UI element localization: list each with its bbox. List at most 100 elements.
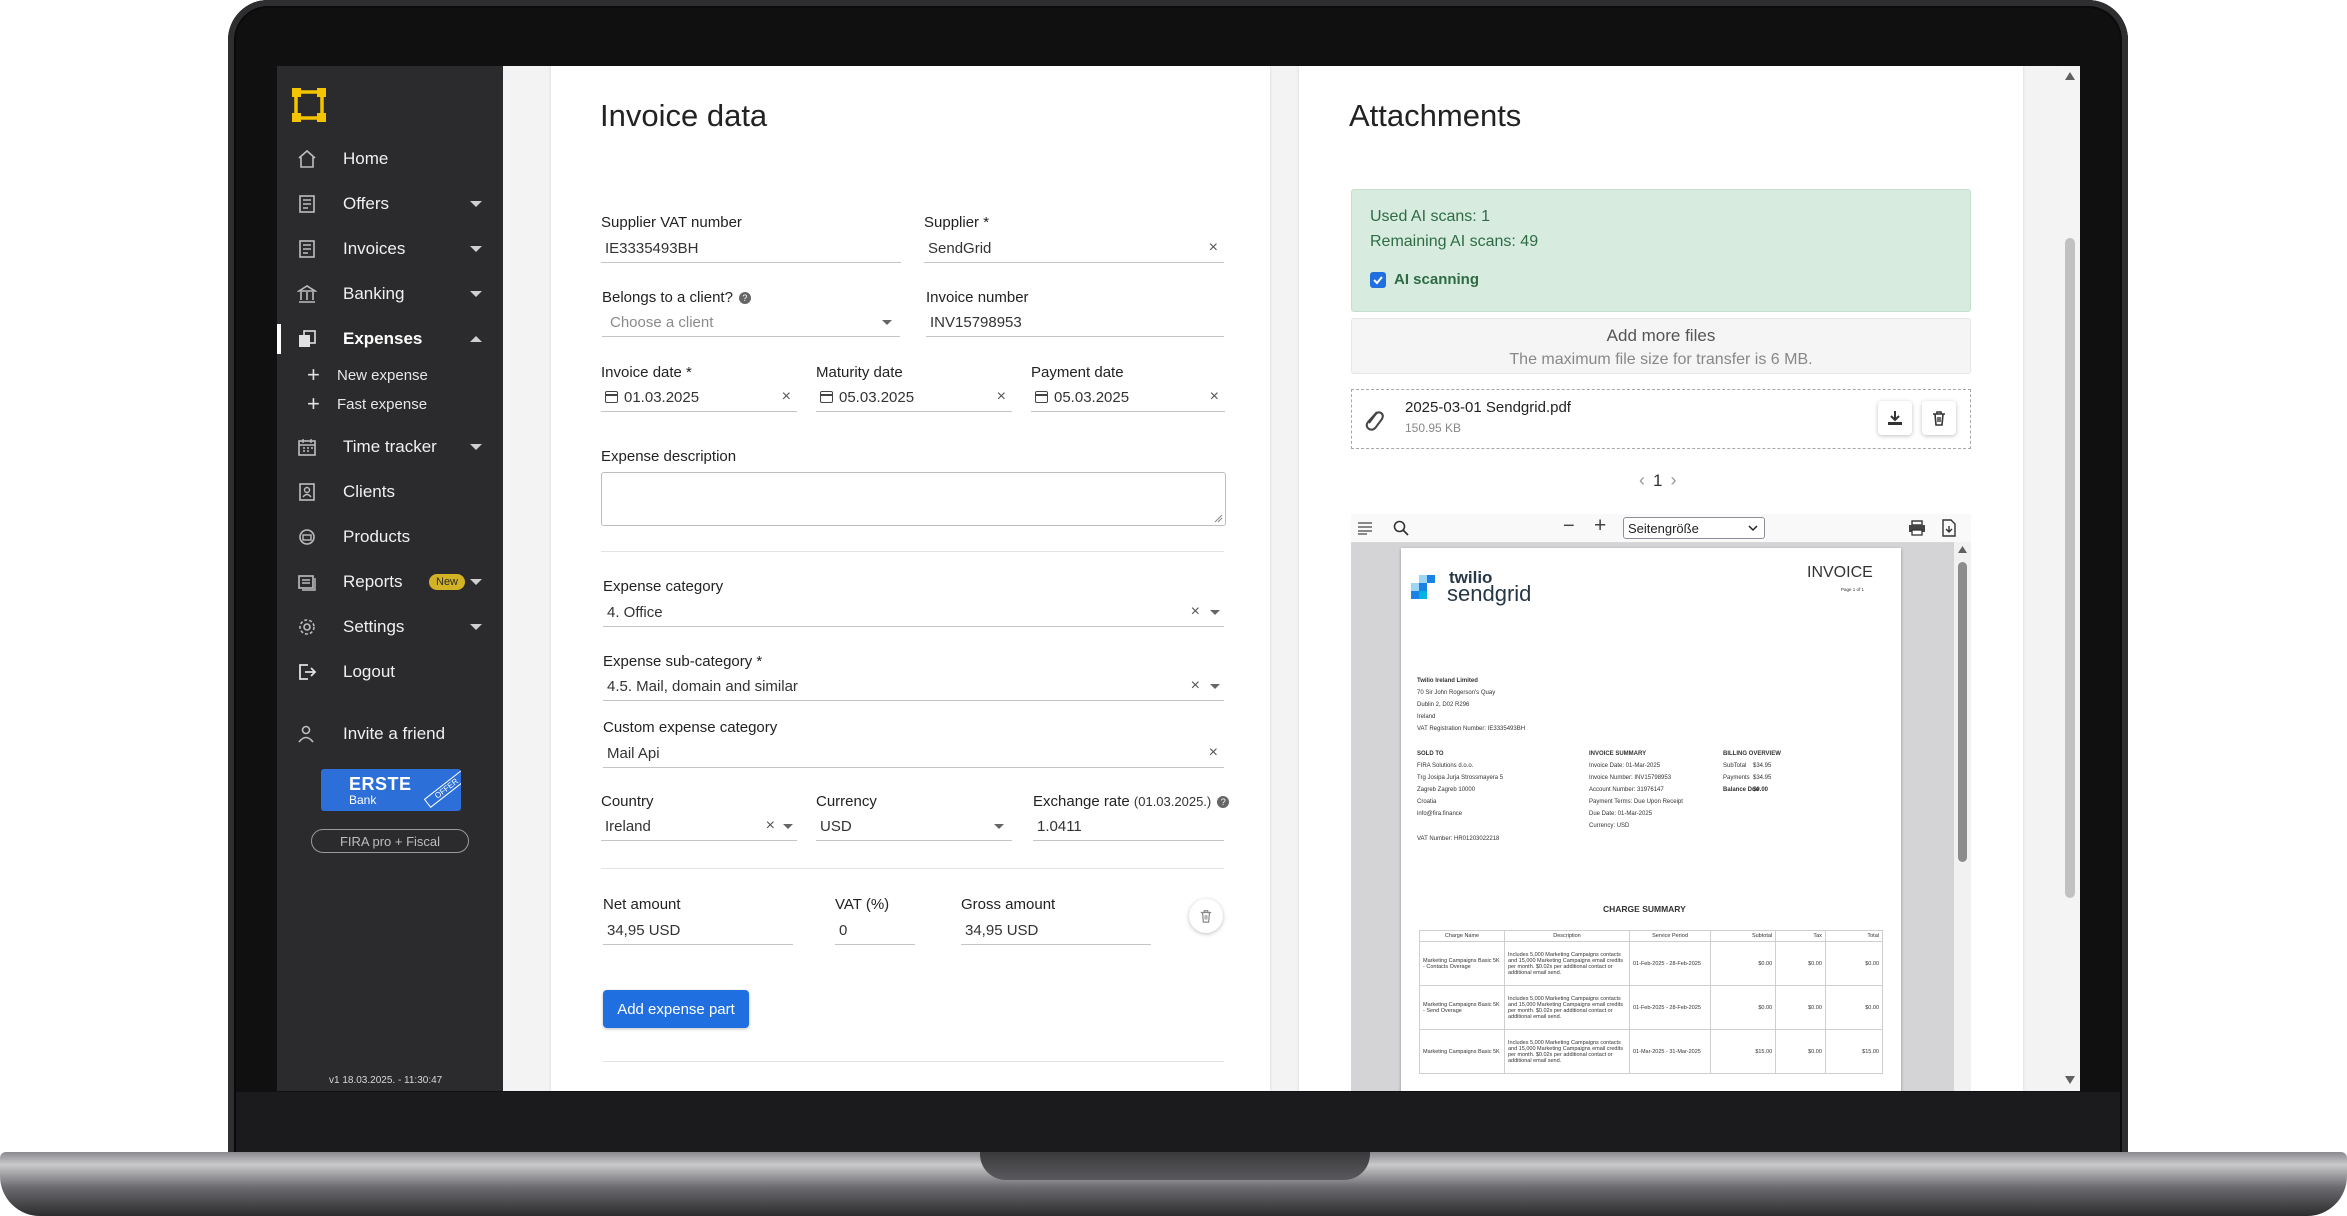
- page-scroll-thumb[interactable]: [2065, 238, 2075, 898]
- sidebar-item-home[interactable]: Home: [277, 139, 503, 179]
- invoice-date-field[interactable]: 01.03.2025 ×: [601, 383, 797, 412]
- laptop-notch: [980, 1152, 1370, 1180]
- supplier-field[interactable]: SendGrid ×: [924, 234, 1224, 263]
- chevron-down-icon: [1210, 609, 1220, 615]
- sidebar-item-reports[interactable]: Reports New: [277, 562, 503, 602]
- help-icon[interactable]: ?: [738, 292, 751, 305]
- table-row: Marketing Campaigns Basic 5K Includes 5,…: [1419, 1029, 1884, 1074]
- print-icon[interactable]: [1908, 520, 1926, 536]
- add-more-files-dropzone[interactable]: Add more files The maximum file size for…: [1351, 318, 1971, 374]
- chevron-down-icon: [994, 823, 1004, 829]
- chevron-up-icon[interactable]: [470, 336, 482, 342]
- zoom-out-icon[interactable]: −: [1563, 515, 1575, 538]
- sidebar-item-time-tracker[interactable]: Time tracker: [277, 427, 503, 467]
- expense-category-select[interactable]: 4. Office ×: [603, 598, 1224, 627]
- clear-icon[interactable]: ×: [997, 388, 1006, 406]
- clear-icon[interactable]: ×: [782, 388, 791, 406]
- sidebar-item-clients[interactable]: Clients: [277, 472, 503, 512]
- vat-field[interactable]: 0: [835, 916, 915, 945]
- brand-bottom: sendgrid: [1447, 581, 1532, 606]
- clear-icon[interactable]: ×: [766, 817, 775, 835]
- calendar-icon[interactable]: [605, 391, 618, 403]
- pdf-viewer: − + Seitengröße twilio sendgrid INVOICE …: [1351, 514, 1971, 1091]
- chevron-right-icon[interactable]: ›: [1670, 470, 1676, 491]
- chevron-down-icon[interactable]: [470, 201, 482, 207]
- sidebar-item-expenses[interactable]: Expenses: [277, 319, 503, 359]
- clear-icon[interactable]: ×: [1191, 603, 1200, 621]
- ai-scanning-checkbox[interactable]: [1370, 272, 1386, 288]
- zoom-in-icon[interactable]: +: [1594, 514, 1606, 538]
- chevron-down-icon[interactable]: [470, 291, 482, 297]
- sidebar-toggle-icon[interactable]: [1357, 521, 1373, 535]
- clear-icon[interactable]: ×: [1209, 239, 1218, 257]
- add-files-label: Add more files: [1606, 326, 1716, 345]
- add-expense-part-button[interactable]: Add expense part: [603, 990, 749, 1028]
- plus-icon: +: [307, 391, 320, 416]
- sidebar-item-label: Banking: [343, 284, 405, 303]
- chevron-down-icon[interactable]: [470, 444, 482, 450]
- delete-file-button[interactable]: [1922, 401, 1956, 435]
- charge-table: Charge Name Description Service Period S…: [1419, 930, 1884, 1074]
- sidebar-sub-item-new-expense[interactable]: + New expense: [307, 362, 428, 388]
- sidebar-item-invoices[interactable]: Invoices: [277, 229, 503, 269]
- calendar-icon[interactable]: [1035, 391, 1048, 403]
- sidebar-item-banking[interactable]: Banking: [277, 274, 503, 314]
- help-icon[interactable]: ?: [1217, 796, 1230, 809]
- sidebar-item-settings[interactable]: Settings: [277, 607, 503, 647]
- used-ai-scans: Used AI scans: 1: [1370, 208, 1491, 225]
- chevron-down-icon[interactable]: [470, 579, 482, 585]
- pdf-scrollbar[interactable]: [1954, 542, 1971, 1091]
- calendar-icon[interactable]: [820, 391, 833, 403]
- maturity-date-field[interactable]: 05.03.2025 ×: [816, 383, 1012, 412]
- clear-icon[interactable]: ×: [1209, 744, 1218, 762]
- exchange-rate-field[interactable]: 1.0411: [1033, 812, 1224, 841]
- net-amount-label: Net amount: [603, 896, 681, 913]
- gear-icon: [295, 615, 319, 639]
- invoice-number-field[interactable]: INV15798953: [926, 308, 1224, 337]
- expense-subcategory-label: Expense sub-category *: [603, 653, 763, 670]
- fira-pro-fiscal-button[interactable]: FIRA pro + Fiscal: [311, 829, 469, 853]
- country-select[interactable]: Ireland ×: [601, 812, 797, 841]
- custom-category-field[interactable]: Mail Api ×: [603, 739, 1224, 768]
- app-logo-icon[interactable]: [292, 88, 326, 122]
- payment-date-label: Payment date: [1031, 364, 1124, 381]
- save-document-icon[interactable]: [1942, 519, 1956, 537]
- scroll-up-icon[interactable]: [2064, 71, 2076, 81]
- paperclip-icon: [1365, 411, 1384, 431]
- supplier-vat-field[interactable]: IE3335493BH: [601, 234, 901, 263]
- scroll-down-icon[interactable]: [2064, 1075, 2076, 1085]
- chevron-left-icon[interactable]: ‹: [1639, 470, 1645, 491]
- sidebar-item-products[interactable]: Products: [277, 517, 503, 557]
- search-icon[interactable]: [1393, 520, 1409, 536]
- download-file-button[interactable]: [1878, 401, 1912, 435]
- payment-date-field[interactable]: 05.03.2025 ×: [1031, 383, 1225, 412]
- page-scrollbar[interactable]: [2060, 66, 2080, 1091]
- section-divider: [601, 868, 1224, 869]
- clear-icon[interactable]: ×: [1210, 388, 1219, 406]
- exchange-rate-label: Exchange rate (01.03.2025.)?: [1033, 793, 1230, 810]
- expense-description-input[interactable]: [601, 472, 1226, 526]
- scroll-up-icon[interactable]: [1957, 545, 1968, 554]
- gross-amount-field[interactable]: 34,95 USD: [961, 916, 1151, 945]
- download-icon: [1888, 411, 1902, 425]
- resize-handle-icon[interactable]: [1214, 514, 1223, 523]
- sidebar-item-invite-friend[interactable]: Invite a friend: [277, 714, 503, 754]
- chevron-down-icon[interactable]: [470, 624, 482, 630]
- remaining-ai-scans: Remaining AI scans: 49: [1370, 233, 1539, 250]
- delete-expense-part-button[interactable]: [1189, 899, 1223, 933]
- sidebar-item-offers[interactable]: Offers: [277, 184, 503, 224]
- file-size: 150.95 KB: [1405, 421, 1462, 435]
- expense-subcategory-select[interactable]: 4.5. Mail, domain and similar ×: [603, 672, 1224, 701]
- sidebar-sub-item-fast-expense[interactable]: + Fast expense: [307, 391, 427, 417]
- zoom-select[interactable]: Seitengröße: [1623, 517, 1765, 539]
- current-page: 1: [1653, 470, 1663, 490]
- erste-bank-offer-banner[interactable]: ERSTE Bank OFFER: [321, 769, 461, 811]
- chevron-down-icon[interactable]: [470, 246, 482, 252]
- sidebar-item-logout[interactable]: Logout: [277, 652, 503, 692]
- client-select[interactable]: Choose a client: [602, 308, 900, 337]
- pdf-scroll-thumb[interactable]: [1958, 562, 1967, 862]
- net-amount-field[interactable]: 34,95 USD: [603, 916, 793, 945]
- clear-icon[interactable]: ×: [1191, 677, 1200, 695]
- chevron-down-icon: [1748, 525, 1758, 532]
- currency-select[interactable]: USD: [816, 812, 1012, 841]
